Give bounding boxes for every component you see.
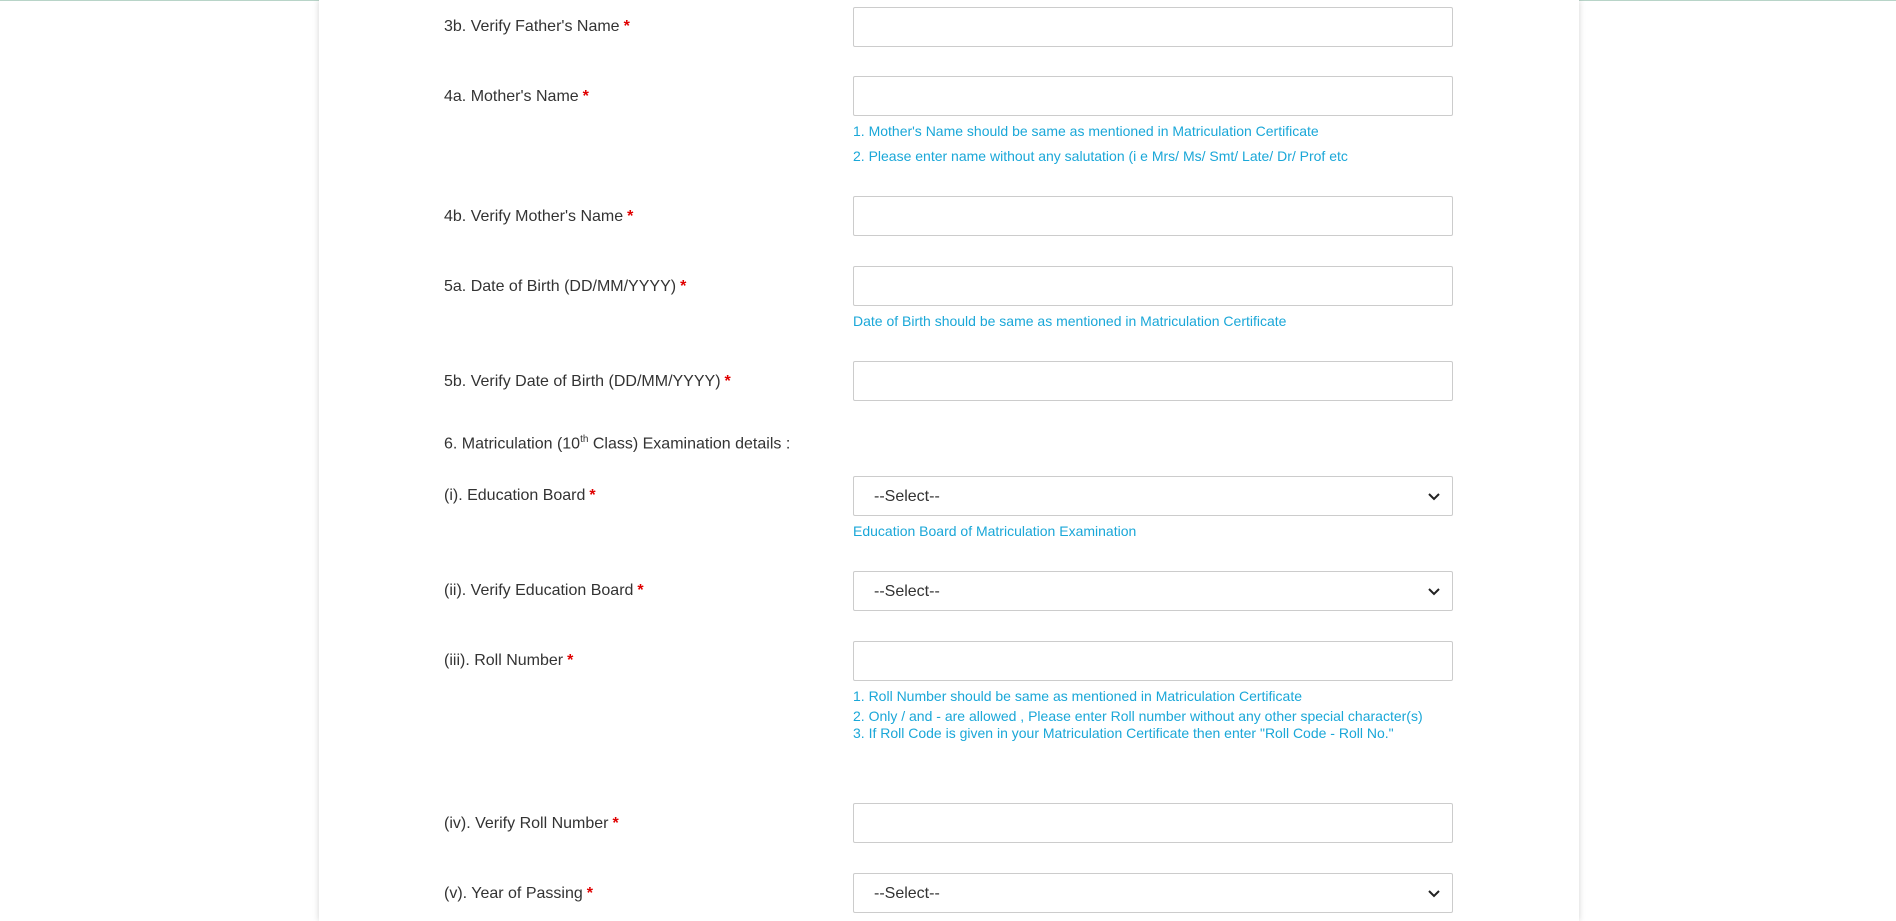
- education-board-hint: Education Board of Matriculation Examina…: [853, 523, 1137, 539]
- hint-line: 1. Mother's Name should be same as menti…: [853, 123, 1319, 139]
- hint-line: 3. If Roll Code is given in your Matricu…: [853, 725, 1394, 741]
- required-marker: *: [680, 278, 687, 295]
- chevron-down-icon: [1428, 588, 1440, 596]
- matriculation-section-heading: 6. Matriculation (10th Class) Examinatio…: [444, 434, 791, 453]
- education-board-select[interactable]: --Select--: [853, 476, 1453, 516]
- required-marker: *: [724, 373, 731, 390]
- year-of-passing-select[interactable]: --Select--: [853, 873, 1453, 913]
- verify-roll-number-label: (iv). Verify Roll Number *: [444, 815, 619, 832]
- verify-education-board-label: (ii). Verify Education Board *: [444, 582, 644, 599]
- mother-name-input[interactable]: [853, 76, 1453, 116]
- mother-verify-label: 4b. Verify Mother's Name *: [444, 208, 634, 225]
- roll-number-input[interactable]: [853, 641, 1453, 681]
- verify-dob-input[interactable]: [853, 361, 1453, 401]
- year-of-passing-label: (v). Year of Passing *: [444, 885, 593, 902]
- required-marker: *: [637, 582, 644, 599]
- chevron-down-icon: [1428, 890, 1440, 898]
- required-marker: *: [589, 487, 596, 504]
- required-marker: *: [627, 208, 634, 225]
- hint-line: 2. Please enter name without any salutat…: [853, 148, 1348, 164]
- required-marker: *: [623, 18, 630, 35]
- required-marker: *: [582, 88, 589, 105]
- dob-hint: Date of Birth should be same as mentione…: [853, 313, 1287, 329]
- roll-number-label: (iii). Roll Number *: [444, 652, 574, 669]
- required-marker: *: [586, 885, 593, 902]
- education-board-label: (i). Education Board *: [444, 487, 596, 504]
- verify-mother-name-input[interactable]: [853, 196, 1453, 236]
- required-marker: *: [612, 815, 619, 832]
- dob-input[interactable]: [853, 266, 1453, 306]
- verify-father-name-input[interactable]: [853, 7, 1453, 47]
- hint-line: 2. Only / and - are allowed , Please ent…: [853, 708, 1423, 724]
- form-card: 3b. Verify Father's Name * 4a. Mother's N…: [319, 0, 1579, 921]
- verify-education-board-select[interactable]: --Select--: [853, 571, 1453, 611]
- selected-value: --Select--: [874, 583, 940, 600]
- father-verify-label: 3b. Verify Father's Name *: [444, 18, 630, 35]
- hint-line: 1. Roll Number should be same as mention…: [853, 688, 1302, 704]
- verify-roll-number-input[interactable]: [853, 803, 1453, 843]
- dob-verify-label: 5b. Verify Date of Birth (DD/MM/YYYY) *: [444, 373, 731, 390]
- selected-value: --Select--: [874, 488, 940, 505]
- chevron-down-icon: [1428, 493, 1440, 501]
- mother-name-label: 4a. Mother's Name *: [444, 88, 589, 105]
- roll-number-hints: 1. Roll Number should be same as mention…: [853, 688, 1433, 742]
- required-marker: *: [567, 652, 574, 669]
- mother-name-hints: 1. Mother's Name should be same as menti…: [853, 123, 1433, 165]
- selected-value: --Select--: [874, 885, 940, 902]
- dob-label: 5a. Date of Birth (DD/MM/YYYY) *: [444, 278, 687, 295]
